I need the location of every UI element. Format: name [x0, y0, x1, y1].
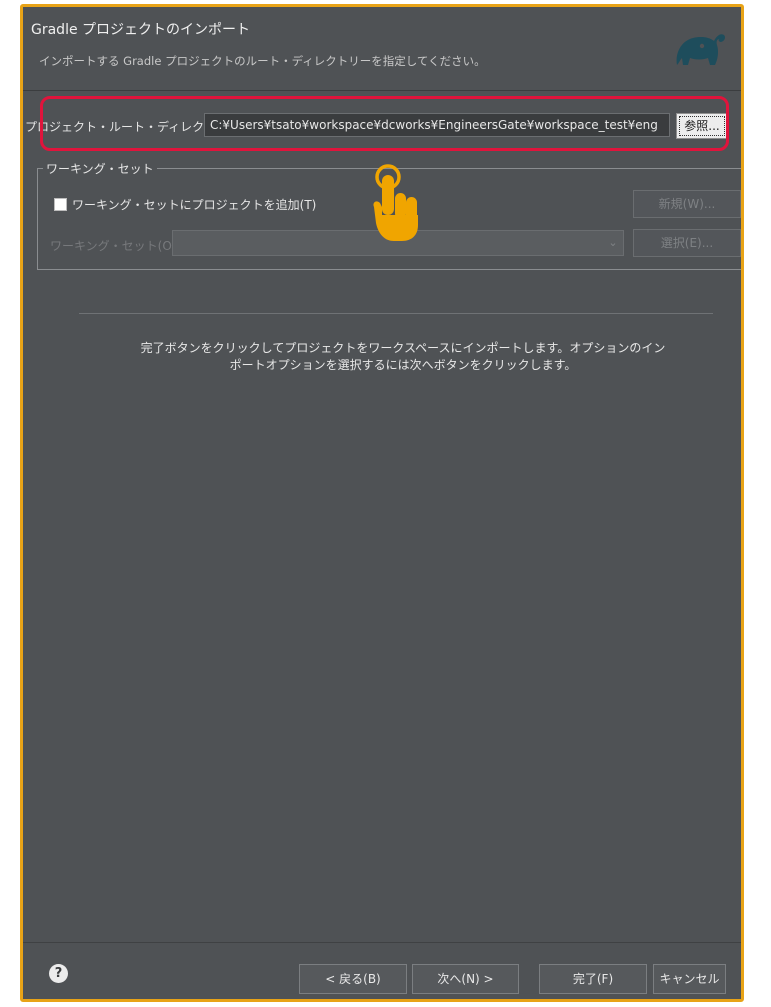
instruction-message: 完了ボタンをクリックしてプロジェクトをワークスペースにインポートします。オプショ… [123, 340, 683, 374]
working-set-label: ワーキング・セット(O) [50, 239, 177, 253]
add-to-working-set-checkbox[interactable] [54, 198, 67, 211]
header-divider [23, 90, 741, 91]
dialog-header: Gradle プロジェクトのインポート インポートする Gradle プロジェク… [23, 7, 741, 90]
gradle-elephant-icon [676, 34, 725, 65]
add-to-working-set-row[interactable]: ワーキング・セットにプロジェクトを追加(T) [54, 196, 316, 213]
footer-divider [23, 942, 741, 943]
cancel-button[interactable]: キャンセル [653, 964, 726, 994]
dialog-title: Gradle プロジェクトのインポート [31, 22, 251, 38]
pointing-hand-icon [373, 164, 418, 241]
dialog-frame: Gradle プロジェクトのインポート インポートする Gradle プロジェク… [20, 4, 744, 1002]
help-icon[interactable]: ? [49, 964, 68, 983]
next-button[interactable]: 次へ(N) > [412, 964, 519, 994]
select-working-set-button[interactable]: 選択(E)... [633, 229, 741, 257]
back-button[interactable]: < 戻る(B) [299, 964, 407, 994]
add-to-working-set-label: ワーキング・セットにプロジェクトを追加(T) [72, 198, 317, 212]
highlight-box [40, 96, 729, 151]
content-divider [79, 313, 713, 314]
working-set-group-label: ワーキング・セット [43, 160, 157, 177]
instruction-line-2: ポートオプションを選択するには次へボタンをクリックします。 [229, 358, 577, 372]
chevron-down-icon: ⌄ [608, 236, 618, 249]
finish-button[interactable]: 完了(F) [539, 964, 647, 994]
instruction-line-1: 完了ボタンをクリックしてプロジェクトをワークスペースにインポートします。オプショ… [140, 341, 666, 355]
dialog-subtitle: インポートする Gradle プロジェクトのルート・ディレクトリーを指定してくだ… [39, 54, 486, 68]
new-working-set-button[interactable]: 新規(W)... [633, 190, 741, 218]
